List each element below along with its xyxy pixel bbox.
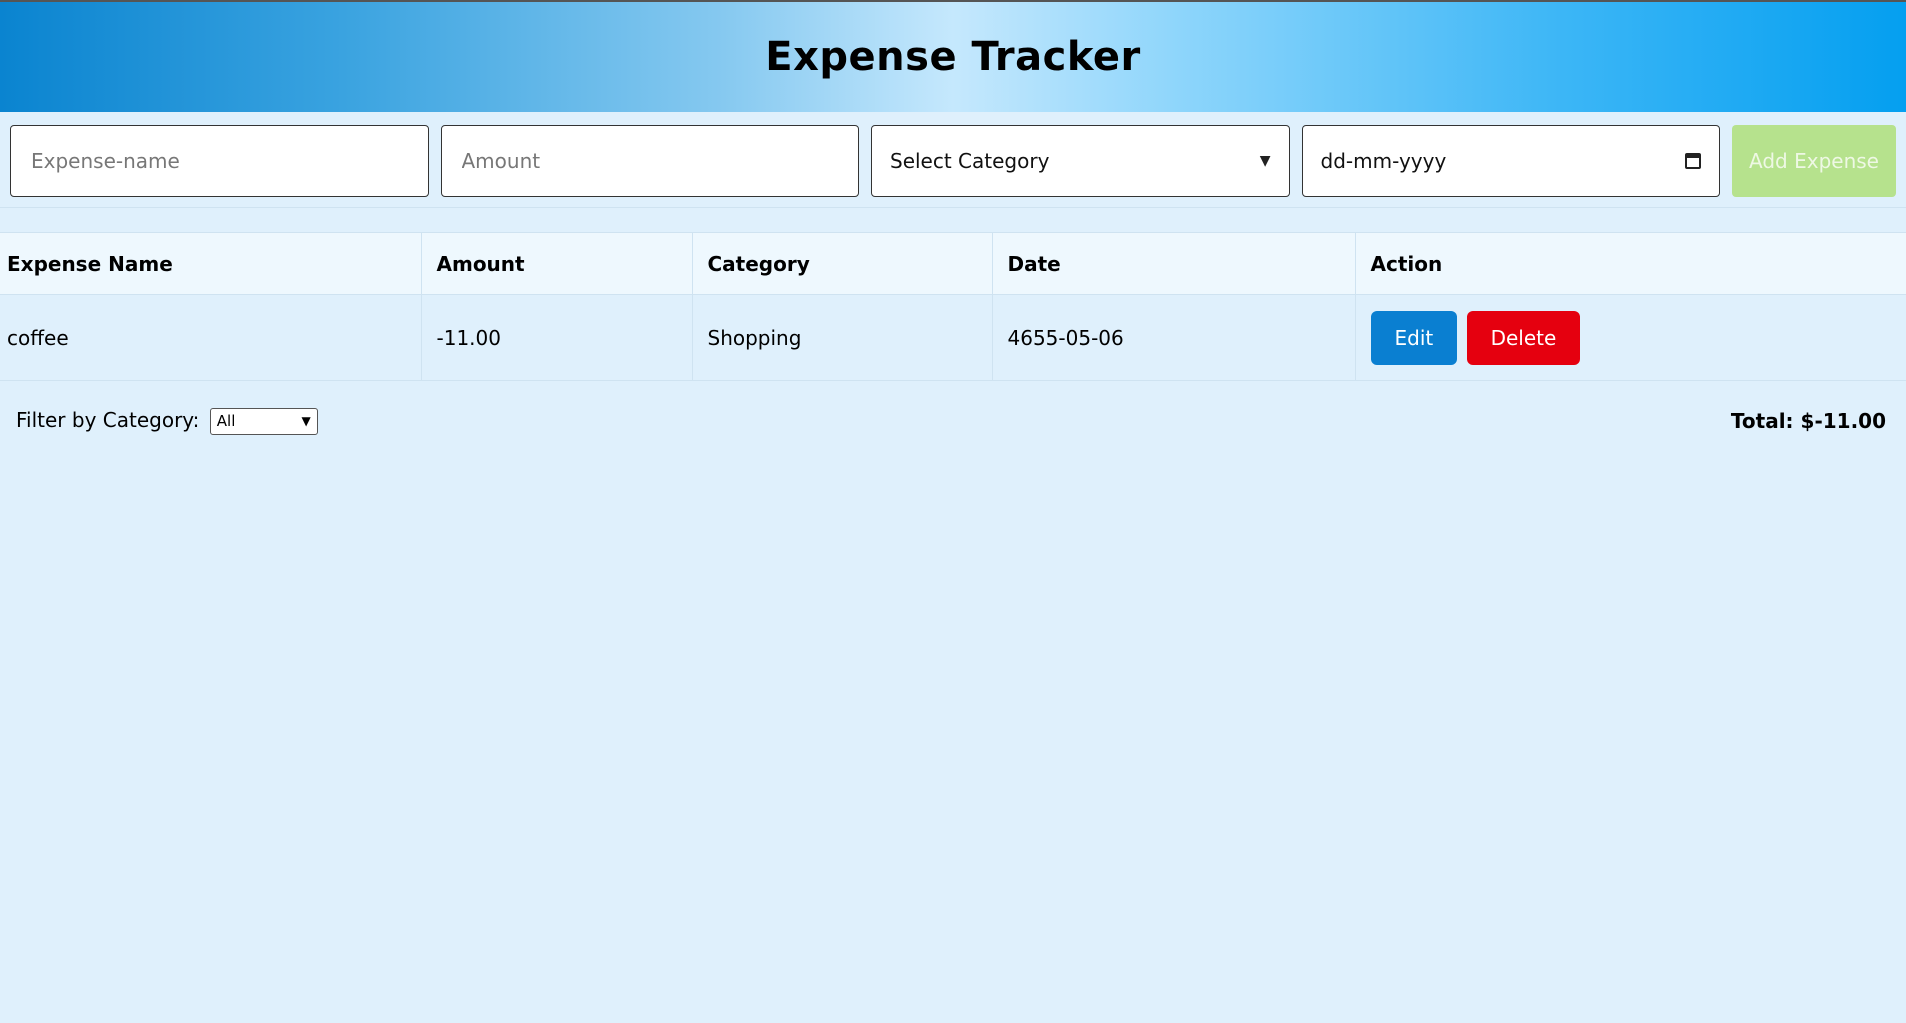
expense-name-input[interactable] — [29, 148, 410, 174]
cell-category: Shopping — [692, 294, 993, 381]
header-amount: Amount — [421, 232, 693, 295]
chevron-down-icon: ▼ — [1259, 153, 1271, 169]
header-action: Action — [1355, 232, 1906, 295]
amount-field[interactable] — [440, 125, 859, 197]
delete-button[interactable]: Delete — [1466, 310, 1581, 365]
add-expense-button[interactable]: Add Expense — [1732, 125, 1896, 197]
header-date: Date — [992, 232, 1356, 295]
table-footer: Filter by Category: All ▼ Total: $-11.00 — [0, 381, 1906, 461]
add-expense-form: Select Category ▼ dd-mm-yyyy Add Expense — [0, 112, 1906, 208]
cell-expense-name: coffee — [0, 294, 422, 381]
expense-table: Expense Name Amount Category Date Action… — [0, 232, 1906, 381]
table-row: coffee -11.00 Shopping 4655-05-06 Edit D… — [0, 294, 1906, 381]
filter-label: Filter by Category: — [16, 407, 200, 432]
category-select[interactable]: Select Category ▼ — [871, 125, 1290, 197]
date-field[interactable]: dd-mm-yyyy — [1301, 125, 1720, 197]
calendar-icon[interactable] — [1685, 153, 1701, 169]
cell-actions: Edit Delete — [1355, 294, 1906, 381]
expense-table-container: Expense Name Amount Category Date Action… — [0, 232, 1906, 381]
cell-amount: -11.00 — [421, 294, 693, 381]
date-input-value: dd-mm-yyyy — [1320, 149, 1447, 173]
table-header-row: Expense Name Amount Category Date Action — [0, 232, 1906, 295]
amount-input[interactable] — [459, 148, 840, 174]
header-expense-name: Expense Name — [0, 232, 422, 295]
page-title: Expense Tracker — [765, 34, 1141, 80]
cell-date: 4655-05-06 — [992, 294, 1356, 381]
header-banner: Expense Tracker — [0, 2, 1906, 112]
filter-category-select[interactable]: All ▼ — [209, 407, 318, 435]
filter-group: Filter by Category: All ▼ — [16, 407, 318, 435]
category-select-value: Select Category — [890, 149, 1050, 173]
filter-select-value: All — [216, 412, 236, 430]
edit-button[interactable]: Edit — [1370, 310, 1458, 365]
chevron-down-icon: ▼ — [301, 414, 311, 428]
header-category: Category — [692, 232, 993, 295]
total-amount: Total: $-11.00 — [1730, 409, 1886, 433]
expense-name-field[interactable] — [10, 125, 429, 197]
